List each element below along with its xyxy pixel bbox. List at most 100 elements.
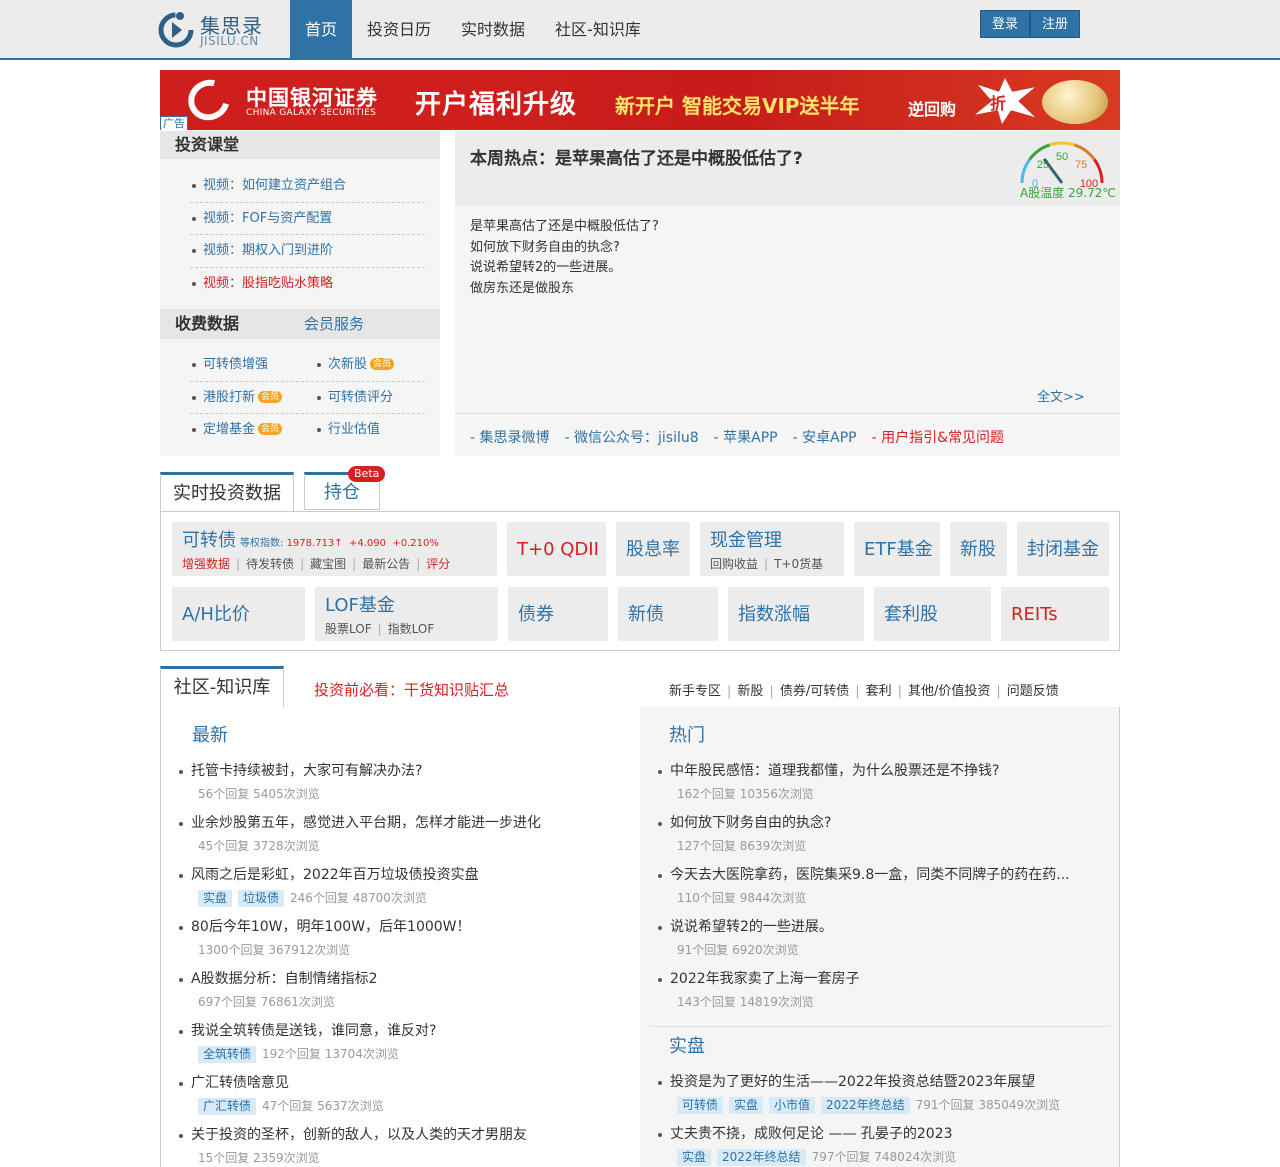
tile-lof[interactable]: LOF基金 股票LOF | 指数LOF: [315, 587, 498, 641]
course-item[interactable]: 视频：FOF与资产配置: [190, 203, 425, 235]
user-guide-link[interactable]: - 用户指引&常见问题: [872, 427, 1004, 447]
tile-new-bond[interactable]: 新债: [618, 587, 718, 641]
category-newbie[interactable]: 新手专区: [669, 684, 721, 699]
post-item: 投资是为了更好的生活——2022年投资总结暨2023年展望可转债 实盘 小市值 202…: [658, 1072, 1108, 1114]
site-logo[interactable]: 集思录 JISILU.CN: [158, 8, 278, 52]
post-title[interactable]: 今天去大医院拿药，医院集采9.8一盒，同类不同牌子的药在药...: [658, 865, 1108, 885]
tile-index-change[interactable]: 指数涨幅: [728, 587, 864, 641]
post-title[interactable]: 2022年我家卖了上海一套房子: [658, 969, 1108, 989]
post-title[interactable]: 广汇转债啥意见: [179, 1073, 629, 1093]
post-item: 广汇转债啥意见 广汇转债 47个回复 5637次浏览: [179, 1073, 629, 1115]
separator: |: [996, 684, 1001, 699]
tile-arbitrage[interactable]: 套利股: [874, 587, 991, 641]
post-tag[interactable]: 2022年终总结: [821, 1097, 910, 1114]
post-title[interactable]: 中年股民感悟：道理我都懂，为什么股票还是不挣钱?: [658, 761, 1108, 781]
tile-ipo[interactable]: 新股: [950, 522, 1007, 576]
member-service-link[interactable]: 会员服务: [304, 309, 364, 339]
hot-line[interactable]: 说说希望转2的一些进展。: [470, 258, 659, 279]
post-tag[interactable]: 广汇转债: [198, 1098, 257, 1115]
tile-ah-ratio[interactable]: A/H比价: [172, 587, 305, 641]
post-item: 中年股民感悟：道理我都懂，为什么股票还是不挣钱? 162个回复 10356次浏览: [658, 761, 1108, 803]
real-trading-heading[interactable]: 实盘: [669, 1032, 705, 1058]
post-title[interactable]: 关于投资的圣杯，创新的敌人，以及人类的天才男朋友: [179, 1125, 629, 1145]
tab-community[interactable]: 社区-知识库: [160, 666, 284, 708]
paid-item-hk-ipo[interactable]: 港股打新 会员: [190, 382, 315, 414]
tile-etf[interactable]: ETF基金: [854, 522, 940, 576]
nav-calendar[interactable]: 投资日历: [352, 0, 446, 58]
post-title[interactable]: A股数据分析：自制情绪指标2: [179, 969, 629, 989]
post-title[interactable]: 80后今年10W，明年100W，后年1000W！: [179, 917, 629, 937]
course-item[interactable]: 视频：如何建立资产组合: [190, 170, 425, 203]
weibo-link[interactable]: - 集思录微博: [470, 427, 550, 447]
course-item[interactable]: 视频：股指吃贴水策略: [190, 268, 425, 301]
hot-line[interactable]: 做房东还是做股东: [470, 279, 659, 300]
banner-brand-en: CHINA GALAXY SECURITIES: [246, 108, 377, 118]
category-value[interactable]: 其他/价值投资: [908, 684, 990, 699]
repo-yield-link[interactable]: 回购收益: [710, 557, 758, 571]
cb-pending-link[interactable]: 待发转债: [246, 557, 294, 571]
hot-heading[interactable]: 热门: [669, 721, 705, 747]
course-item[interactable]: 视频：期权入门到进阶: [190, 235, 425, 268]
post-tag[interactable]: 实盘: [729, 1097, 764, 1114]
tab-realtime-data[interactable]: 实时投资数据: [160, 472, 294, 512]
cb-announcement-link[interactable]: 最新公告: [362, 557, 410, 571]
post-title[interactable]: 投资是为了更好的生活——2022年投资总结暨2023年展望: [658, 1072, 1108, 1092]
tile-bond[interactable]: 债券: [508, 587, 608, 641]
read-more-link[interactable]: 全文>>: [1037, 386, 1085, 405]
tile-closed-fund[interactable]: 封闭基金: [1017, 522, 1109, 576]
paid-item-sub-new[interactable]: 次新股 会员: [315, 349, 425, 381]
latest-heading[interactable]: 最新: [192, 721, 228, 747]
post-tag[interactable]: 小市值: [769, 1097, 816, 1114]
post-title[interactable]: 托管卡持续被封，大家可有解决办法?: [179, 761, 629, 781]
category-ipo[interactable]: 新股: [737, 684, 763, 699]
paid-item-cb-score[interactable]: 可转债评分: [315, 382, 425, 414]
post-tag[interactable]: 全筑转债: [198, 1046, 257, 1063]
post-title[interactable]: 风雨之后是彩虹，2022年百万垃圾债投资实盘: [179, 865, 629, 885]
post-tag[interactable]: 实盘: [198, 890, 233, 907]
paid-item-placement-fund[interactable]: 定增基金 会员: [190, 414, 315, 447]
post-title[interactable]: 说说希望转2的一些进展。: [658, 917, 1108, 937]
tile-convertible-bond[interactable]: 可转债 等权指数: 1978.713↑ +4.090 +0.210% 增强数据 |…: [172, 522, 497, 576]
ios-app-link[interactable]: - 苹果APP: [714, 427, 778, 447]
must-read-link[interactable]: 投资前必看：干货知识贴汇总: [314, 679, 509, 700]
hot-title[interactable]: 本周热点：是苹果高估了还是中概股低估了?: [470, 144, 803, 169]
paid-item-cb-enhanced[interactable]: 可转债增强: [190, 349, 315, 381]
post-title[interactable]: 业余炒股第五年，感觉进入平台期，怎样才能进一步进化: [179, 813, 629, 833]
stock-lof-link[interactable]: 股票LOF: [325, 622, 372, 636]
temperature-gauge-icon[interactable]: 0255075100: [1018, 135, 1114, 187]
ad-banner[interactable]: 中国银河证券 CHINA GALAXY SECURITIES 开户福利升级 新开…: [160, 70, 1120, 130]
post-tag[interactable]: 2022年终总结: [717, 1149, 806, 1166]
nav-home[interactable]: 首页: [290, 0, 353, 58]
cb-score-link[interactable]: 评分: [426, 557, 450, 571]
index-lof-link[interactable]: 指数LOF: [388, 622, 435, 636]
tile-cash-management[interactable]: 现金管理 回购收益 | T+0货基: [700, 522, 844, 576]
login-button[interactable]: 登录: [980, 10, 1031, 38]
gauge-tick-label: 50: [1056, 151, 1068, 163]
category-bond[interactable]: 债券/可转债: [780, 684, 849, 699]
temperature-label[interactable]: A股温度 29.72℃: [1020, 184, 1116, 201]
nav-realtime[interactable]: 实时数据: [446, 0, 540, 58]
cb-treasure-map-link[interactable]: 藏宝图: [310, 557, 346, 571]
gauge-arc: [1020, 158, 1031, 184]
android-app-link[interactable]: - 安卓APP: [793, 427, 857, 447]
post-title[interactable]: 丈夫贵不挠，成败何足论 —— 孔晏子的2023: [658, 1124, 1108, 1144]
post-title[interactable]: 如何放下财务自由的执念?: [658, 813, 1108, 833]
post-tag[interactable]: 垃圾债: [238, 890, 285, 907]
post-tag[interactable]: 实盘: [677, 1149, 712, 1166]
paid-item-industry-valuation[interactable]: 行业估值: [315, 414, 425, 447]
post-title[interactable]: 我说全筑转债是送钱，谁同意，谁反对?: [179, 1021, 629, 1041]
nav-community[interactable]: 社区-知识库: [540, 0, 656, 58]
hot-line[interactable]: 是苹果高估了还是中概股低估了?: [470, 217, 659, 238]
category-feedback[interactable]: 问题反馈: [1007, 684, 1059, 699]
hot-line[interactable]: 如何放下财务自由的执念?: [470, 238, 659, 259]
post-stats: 162个回复 10356次浏览: [677, 787, 814, 801]
wechat-link[interactable]: - 微信公众号：jisilu8: [565, 427, 699, 447]
tile-dividend[interactable]: 股息率: [616, 522, 690, 576]
register-button[interactable]: 注册: [1030, 10, 1081, 38]
t0-money-fund-link[interactable]: T+0货基: [774, 557, 823, 571]
cb-enhanced-link[interactable]: 增强数据: [182, 557, 230, 571]
tile-reits[interactable]: REITs: [1001, 587, 1109, 641]
category-arbitrage[interactable]: 套利: [866, 684, 892, 699]
post-tag[interactable]: 可转债: [677, 1097, 724, 1114]
tile-t0-qdii[interactable]: T+0 QDII: [507, 522, 606, 576]
